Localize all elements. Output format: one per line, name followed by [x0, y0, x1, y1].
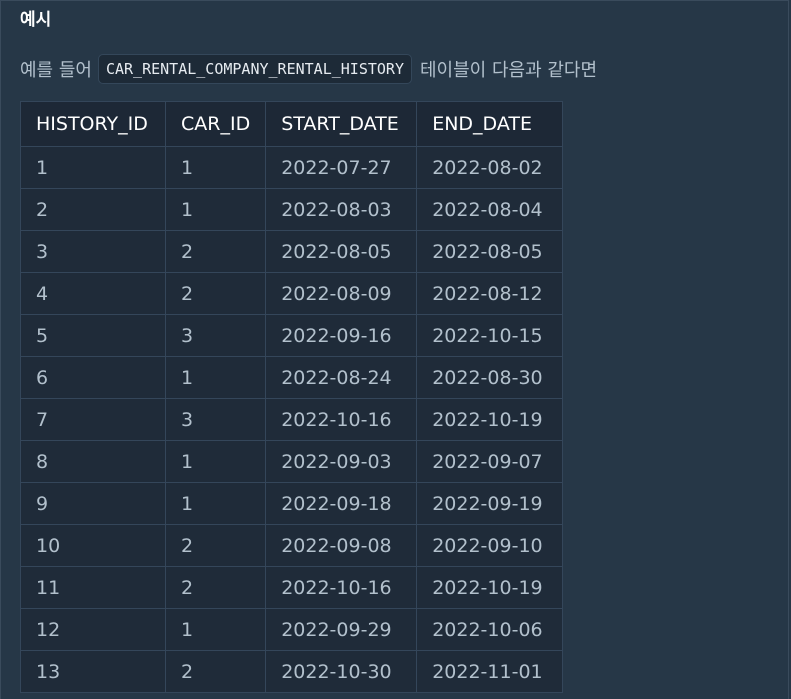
table-row: 7 3 2022-10-16 2022-10-19 — [20, 398, 564, 441]
cell-end-date: 2022-08-12 — [416, 272, 564, 315]
cell-car-id: 2 — [164, 650, 267, 693]
table-header: HISTORY_ID CAR_ID START_DATE END_DATE — [20, 101, 564, 147]
intro-text: 예를 들어 CAR_RENTAL_COMPANY_RENTAL_HISTORY … — [20, 54, 597, 84]
table-row: 3 2 2022-08-05 2022-08-05 — [20, 230, 564, 273]
cell-end-date: 2022-08-30 — [416, 356, 564, 399]
cell-start-date: 2022-08-03 — [265, 188, 418, 231]
table-row: 6 1 2022-08-24 2022-08-30 — [20, 356, 564, 399]
cell-history-id: 10 — [20, 524, 166, 567]
cell-start-date: 2022-08-24 — [265, 356, 418, 399]
cell-history-id: 6 — [20, 356, 166, 399]
table-row: 11 2 2022-10-16 2022-10-19 — [20, 566, 564, 609]
cell-car-id: 2 — [164, 230, 267, 273]
cell-history-id: 4 — [20, 272, 166, 315]
table-row: 5 3 2022-09-16 2022-10-15 — [20, 314, 564, 357]
cell-end-date: 2022-08-04 — [416, 188, 564, 231]
column-header-start-date: START_DATE — [265, 101, 418, 147]
cell-car-id: 1 — [164, 440, 267, 483]
column-header-car-id: CAR_ID — [164, 101, 267, 147]
cell-end-date: 2022-09-07 — [416, 440, 564, 483]
section-title: 예시 — [20, 10, 52, 30]
rental-history-table: HISTORY_ID CAR_ID START_DATE END_DATE 11… — [20, 101, 564, 693]
cell-car-id: 1 — [164, 146, 267, 189]
cell-start-date: 2022-09-18 — [265, 482, 418, 525]
cell-history-id: 13 — [20, 650, 166, 693]
cell-end-date: 2022-09-19 — [416, 482, 564, 525]
cell-car-id: 1 — [164, 608, 267, 651]
cell-start-date: 2022-09-29 — [265, 608, 418, 651]
intro-prefix: 예를 들어 — [20, 60, 92, 81]
cell-history-id: 3 — [20, 230, 166, 273]
cell-history-id: 5 — [20, 314, 166, 357]
table-row: 1 1 2022-07-27 2022-08-02 — [20, 146, 564, 189]
cell-start-date: 2022-08-05 — [265, 230, 418, 273]
cell-end-date: 2022-10-15 — [416, 314, 564, 357]
cell-end-date: 2022-08-05 — [416, 230, 564, 273]
cell-history-id: 2 — [20, 188, 166, 231]
table-row: 9 1 2022-09-18 2022-09-19 — [20, 482, 564, 525]
table-row: 10 2 2022-09-08 2022-09-10 — [20, 524, 564, 567]
cell-start-date: 2022-10-30 — [265, 650, 418, 693]
cell-car-id: 3 — [164, 398, 267, 441]
table-row: 8 1 2022-09-03 2022-09-07 — [20, 440, 564, 483]
intro-suffix: 테이블이 다음과 같다면 — [419, 60, 598, 81]
cell-start-date: 2022-10-16 — [265, 398, 418, 441]
cell-car-id: 2 — [164, 524, 267, 567]
cell-start-date: 2022-09-08 — [265, 524, 418, 567]
cell-start-date: 2022-09-16 — [265, 314, 418, 357]
cell-car-id: 1 — [164, 188, 267, 231]
cell-car-id: 1 — [164, 356, 267, 399]
cell-car-id: 1 — [164, 482, 267, 525]
cell-car-id: 3 — [164, 314, 267, 357]
table-row: 4 2 2022-08-09 2022-08-12 — [20, 272, 564, 315]
cell-car-id: 2 — [164, 272, 267, 315]
cell-end-date: 2022-10-19 — [416, 398, 564, 441]
cell-history-id: 1 — [20, 146, 166, 189]
table-body: 1 1 2022-07-27 2022-08-02 2 1 2022-08-03 2022-0… — [20, 146, 564, 693]
column-header-end-date: END_DATE — [416, 101, 564, 147]
cell-end-date: 2022-11-01 — [416, 650, 564, 693]
cell-end-date: 2022-10-19 — [416, 566, 564, 609]
table-row: 13 2 2022-10-30 2022-11-01 — [20, 650, 564, 693]
cell-end-date: 2022-09-10 — [416, 524, 564, 567]
table-row: 12 1 2022-09-29 2022-10-06 — [20, 608, 564, 651]
cell-history-id: 12 — [20, 608, 166, 651]
cell-start-date: 2022-10-16 — [265, 566, 418, 609]
cell-history-id: 11 — [20, 566, 166, 609]
cell-end-date: 2022-08-02 — [416, 146, 564, 189]
column-header-history-id: HISTORY_ID — [20, 101, 166, 147]
cell-car-id: 2 — [164, 566, 267, 609]
cell-history-id: 9 — [20, 482, 166, 525]
header-row: HISTORY_ID CAR_ID START_DATE END_DATE — [20, 101, 564, 147]
table-name-code: CAR_RENTAL_COMPANY_RENTAL_HISTORY — [97, 54, 412, 84]
cell-history-id: 7 — [20, 398, 166, 441]
table-row: 2 1 2022-08-03 2022-08-04 — [20, 188, 564, 231]
cell-end-date: 2022-10-06 — [416, 608, 564, 651]
cell-start-date: 2022-09-03 — [265, 440, 418, 483]
cell-start-date: 2022-08-09 — [265, 272, 418, 315]
cell-history-id: 8 — [20, 440, 166, 483]
cell-start-date: 2022-07-27 — [265, 146, 418, 189]
